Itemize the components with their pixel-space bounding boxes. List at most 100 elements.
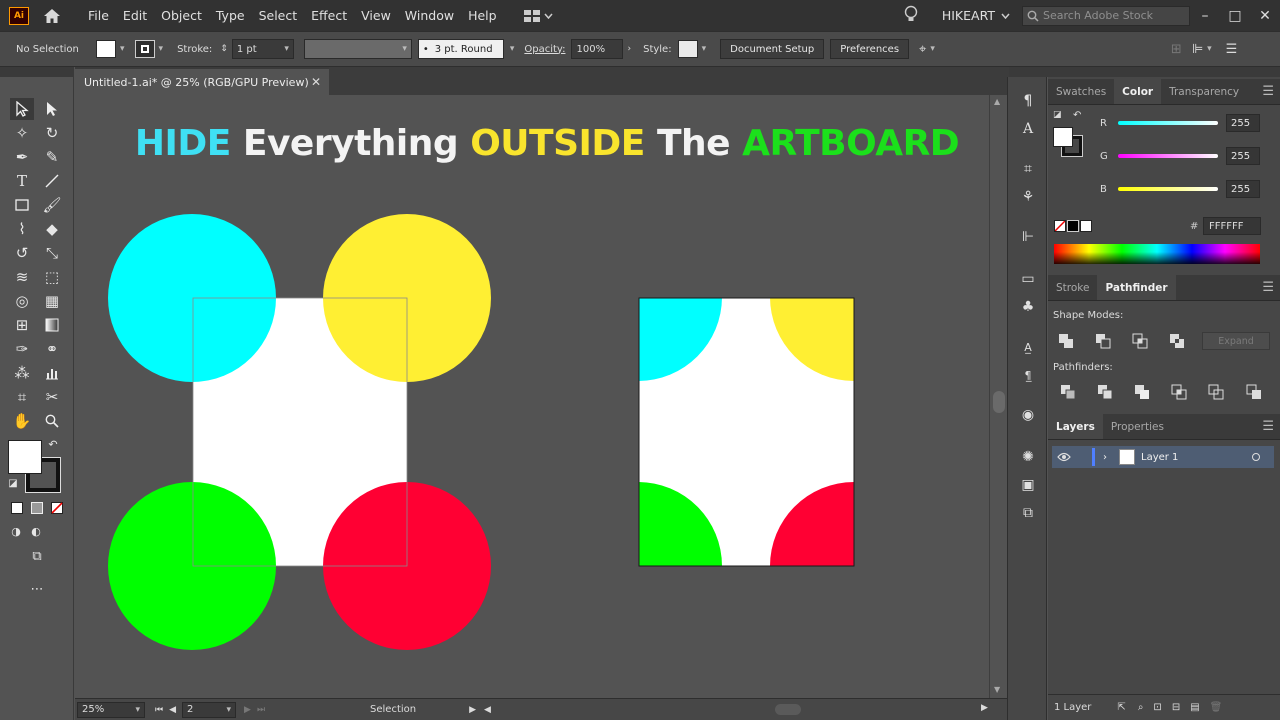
tab-swatches[interactable]: Swatches	[1048, 79, 1114, 104]
chevron-down-icon[interactable]	[1001, 13, 1010, 19]
tab-transparency[interactable]: Transparency	[1161, 79, 1247, 104]
club-icon[interactable]: ♣	[1017, 297, 1039, 317]
menu-edit[interactable]: Edit	[116, 8, 154, 23]
layer-row[interactable]: › Layer 1	[1052, 446, 1274, 468]
zoom-tool-icon[interactable]	[40, 410, 64, 432]
green-channel-value[interactable]: 255	[1226, 147, 1260, 165]
align-panel-icon[interactable]: ⊩	[1017, 227, 1039, 247]
lasso-tool-icon[interactable]: ↻	[40, 122, 64, 144]
trash-icon[interactable]: 🗑	[1210, 702, 1223, 713]
locate-object-icon[interactable]: ⌕	[1138, 702, 1144, 713]
menu-file[interactable]: File	[81, 8, 116, 23]
menu-type[interactable]: Type	[209, 8, 252, 23]
gradient-tool-icon[interactable]	[40, 314, 64, 336]
eraser-tool-icon[interactable]: ◆	[40, 218, 64, 240]
brush-definition[interactable]: • 3 pt. Round	[417, 39, 504, 59]
symbol-sprayer-tool-icon[interactable]: ⁂	[10, 362, 34, 384]
shaper-tool-icon[interactable]: ⌇	[10, 218, 34, 240]
visibility-eye-icon[interactable]	[1057, 452, 1071, 462]
close-document-icon[interactable]: ✕	[311, 75, 321, 89]
gradient-mode-icon[interactable]	[29, 500, 45, 516]
slider-green[interactable]: G 255	[1048, 146, 1280, 166]
outline-icon[interactable]	[1208, 384, 1224, 400]
tab-pathfinder[interactable]: Pathfinder	[1097, 275, 1176, 300]
slider-red[interactable]: R 255	[1048, 113, 1280, 133]
panel-menu-icon[interactable]: ☰	[1262, 275, 1274, 300]
character-styles-icon[interactable]: A̲	[1017, 337, 1039, 357]
fill-color-swatch[interactable]	[8, 440, 42, 474]
exclude-icon[interactable]	[1169, 333, 1185, 349]
chevron-down-icon[interactable]: ▾	[1207, 44, 1212, 54]
expand-layer-icon[interactable]: ›	[1103, 452, 1107, 463]
variable-width-profile[interactable]: ▾	[303, 39, 412, 59]
trim-icon[interactable]	[1097, 384, 1113, 400]
character-icon[interactable]: A	[1017, 119, 1039, 139]
transform-icon[interactable]: ⌖	[919, 42, 926, 57]
chevron-down-icon[interactable]: ▾	[702, 44, 707, 54]
paintbrush-tool-icon[interactable]: 🖌	[40, 194, 64, 216]
black-color-swatch[interactable]	[1067, 220, 1079, 232]
small-fill-swatch[interactable]	[1053, 127, 1073, 147]
lightbulb-icon[interactable]	[904, 5, 924, 26]
panel-menu-icon[interactable]: ☰	[1226, 42, 1238, 57]
opacity-field[interactable]: 100%	[571, 39, 624, 59]
width-tool-icon[interactable]: ≋	[10, 266, 34, 288]
none-color-swatch[interactable]	[1054, 220, 1066, 232]
red-channel-value[interactable]: 255	[1226, 114, 1260, 132]
scroll-down-icon[interactable]: ▼	[994, 685, 1000, 694]
opacity-arrow-icon[interactable]: ›	[627, 44, 631, 54]
green-slider-track[interactable]	[1118, 154, 1218, 158]
tab-color[interactable]: Color	[1114, 79, 1162, 104]
chevron-down-icon[interactable]: ▾	[510, 44, 515, 54]
curvature-tool-icon[interactable]: ✎	[40, 146, 64, 168]
scale-tool-icon[interactable]: ⤡	[40, 242, 64, 264]
magic-wand-tool-icon[interactable]: ✧	[10, 122, 34, 144]
white-color-swatch[interactable]	[1080, 220, 1092, 232]
tab-layers[interactable]: Layers	[1048, 414, 1103, 439]
panel-menu-icon[interactable]: ☰	[1262, 414, 1274, 439]
menu-window[interactable]: Window	[398, 8, 461, 23]
intersect-icon[interactable]	[1132, 333, 1148, 349]
chevron-down-icon[interactable]: ▾	[159, 44, 164, 54]
first-artboard-icon[interactable]: ⏮	[155, 705, 163, 715]
menu-help[interactable]: Help	[461, 8, 504, 23]
color-spectrum[interactable]	[1054, 244, 1260, 264]
scroll-right-icon[interactable]: ▶	[981, 703, 988, 713]
eyedropper-tool-icon[interactable]: ✑	[10, 338, 34, 360]
graphic-style-swatch[interactable]	[677, 40, 698, 58]
draw-behind-icon[interactable]: ◐	[28, 523, 44, 539]
document-setup-button[interactable]: Document Setup	[720, 39, 825, 59]
minus-back-icon[interactable]	[1246, 384, 1262, 400]
previous-artboard-icon[interactable]: ◀	[169, 705, 176, 715]
toolbar-collapse-bar[interactable]	[0, 67, 74, 77]
hex-value-field[interactable]: FFFFFF	[1203, 217, 1261, 235]
tab-properties[interactable]: Properties	[1103, 414, 1172, 439]
minimize-button[interactable]: –	[1190, 8, 1220, 24]
new-layer-icon[interactable]: ▤	[1190, 702, 1199, 713]
direct-selection-tool-icon[interactable]	[40, 98, 64, 120]
workspace-switcher[interactable]: HIKEART	[942, 8, 995, 23]
stroke-swatch[interactable]	[134, 40, 155, 58]
selection-tool-icon[interactable]	[10, 98, 34, 120]
slice-tool-icon[interactable]: ✂	[40, 386, 64, 408]
screen-mode-icon[interactable]: ⧉	[25, 547, 49, 565]
minus-front-icon[interactable]	[1095, 333, 1111, 349]
artboard-tool-icon[interactable]: ⌗	[10, 386, 34, 408]
merge-icon[interactable]	[1134, 384, 1150, 400]
paragraph-styles-icon[interactable]: ¶̲	[1017, 365, 1039, 385]
default-colors-icon[interactable]: ◪	[6, 476, 20, 490]
stroke-weight-field[interactable]: 1 pt ▾	[231, 39, 294, 59]
red-slider-track[interactable]	[1118, 121, 1218, 125]
more-tools-icon[interactable]: ⋯	[25, 580, 49, 598]
hand-tool-icon[interactable]: ✋	[10, 410, 34, 432]
paragraph-icon[interactable]: ¶	[1017, 91, 1039, 111]
none-mode-icon[interactable]	[49, 500, 65, 516]
type-tool-icon[interactable]: T	[10, 170, 34, 192]
blue-channel-value[interactable]: 255	[1226, 180, 1260, 198]
menu-select[interactable]: Select	[252, 8, 305, 23]
document-tab[interactable]: Untitled-1.ai* @ 25% (RGB/GPU Preview) ✕	[75, 67, 329, 95]
opacity-label[interactable]: Opacity:	[524, 44, 565, 55]
transform-icon[interactable]: ⌗	[1017, 159, 1039, 179]
close-window-button[interactable]: ✕	[1250, 8, 1280, 24]
appearance-icon[interactable]: ◉	[1017, 405, 1039, 425]
